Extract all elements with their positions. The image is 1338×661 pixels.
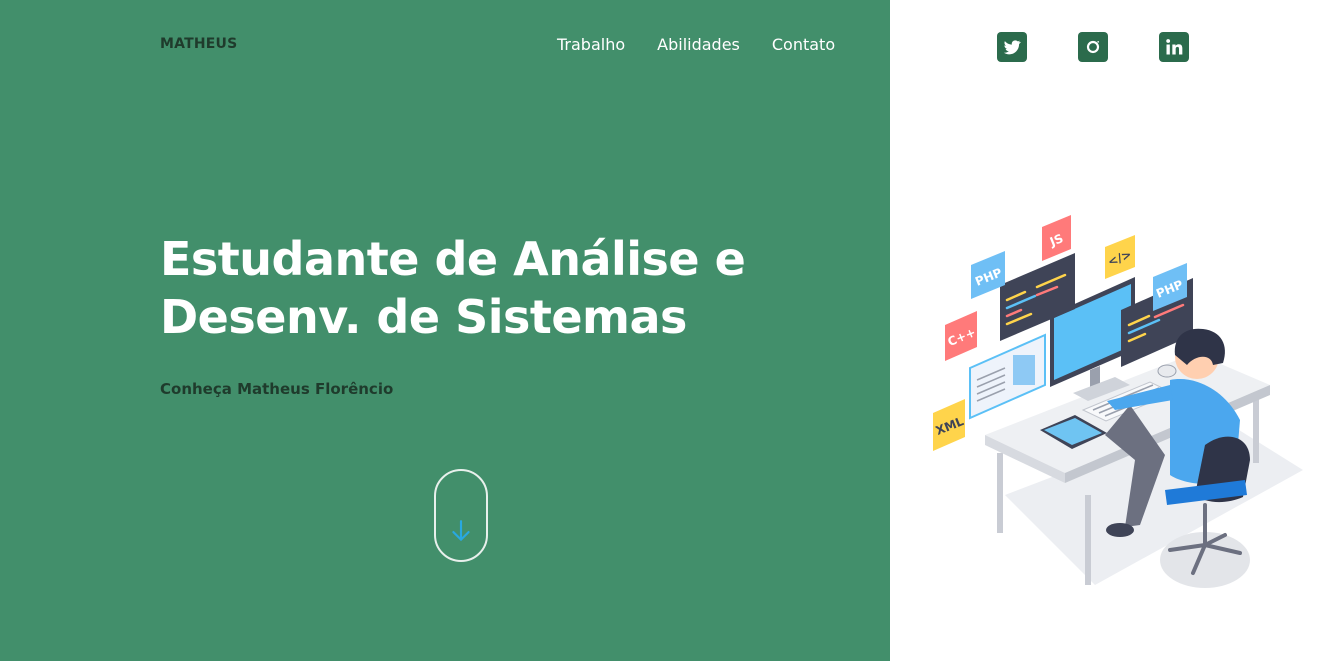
nav-link-abilidades[interactable]: Abilidades <box>657 35 740 54</box>
main-nav: Trabalho Abilidades Contato <box>557 35 835 54</box>
hero-title-line-1: Estudante de Análise e <box>160 232 746 286</box>
brand-logo[interactable]: MATHEUS <box>160 36 237 52</box>
twitter-icon <box>1003 40 1021 55</box>
linkedin-icon <box>1166 39 1183 55</box>
nav-link-contato[interactable]: Contato <box>772 35 835 54</box>
linkedin-link[interactable] <box>1159 32 1189 62</box>
nav-link-trabalho[interactable]: Trabalho <box>557 35 625 54</box>
instagram-icon <box>1086 40 1100 54</box>
developer-illustration: PHP JS </> C++ XML PHP <box>933 215 1303 588</box>
hero-title: Estudante de Análise e Desenv. de Sistem… <box>160 230 760 346</box>
scroll-down-button[interactable] <box>434 469 488 562</box>
twitter-link[interactable] <box>997 32 1027 62</box>
hero-title-line-2: Desenv. de Sistemas <box>160 290 687 344</box>
arrow-down-icon <box>452 519 470 541</box>
hero-subtitle: Conheça Matheus Florêncio <box>160 380 394 398</box>
instagram-link[interactable] <box>1078 32 1108 62</box>
hero-panel: MATHEUS Trabalho Abilidades Contato Estu… <box>0 0 890 661</box>
